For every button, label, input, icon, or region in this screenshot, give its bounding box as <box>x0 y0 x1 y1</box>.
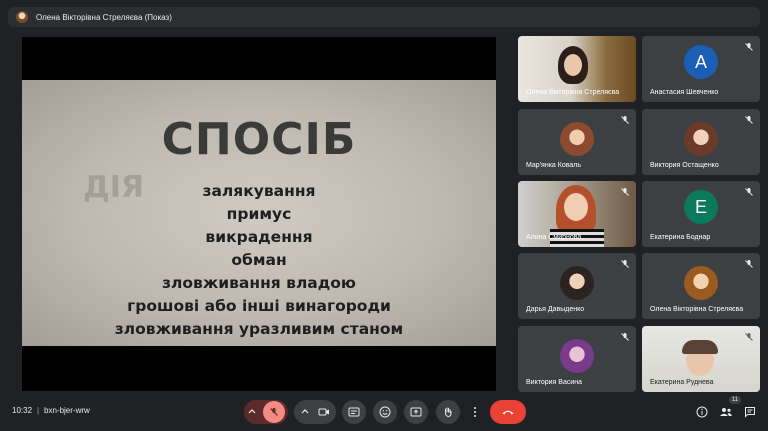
camera-icon[interactable] <box>318 407 330 417</box>
hang-up-icon <box>502 410 514 415</box>
mic-off-icon <box>621 116 629 124</box>
chat-button[interactable] <box>742 400 758 424</box>
slide-line: викрадення <box>205 228 313 246</box>
participant-name: Олена Вікторівна Стреляєва <box>650 306 744 313</box>
participant-avatar: Е <box>684 190 718 224</box>
slide-line: примус <box>226 205 292 223</box>
participant-avatar <box>684 122 718 156</box>
more-vert-icon <box>474 407 476 417</box>
leave-call-button[interactable] <box>490 400 526 424</box>
mic-off-icon <box>745 260 753 268</box>
mic-off-icon <box>621 333 629 341</box>
mic-off-icon <box>270 408 278 416</box>
chevron-up-icon[interactable] <box>300 407 310 417</box>
mic-off-icon <box>745 43 753 51</box>
captions-button[interactable] <box>342 400 366 424</box>
participant-tile[interactable]: Олена Вікторівна Стреляєва <box>518 36 636 102</box>
mic-off-icon <box>621 188 629 196</box>
presentation-stage: СПОСІБ ДІЯ залякування примус викрадення… <box>22 37 496 391</box>
mic-off-icon <box>621 260 629 268</box>
participant-avatar <box>560 339 594 373</box>
participant-count-badge: 11 <box>729 396 741 404</box>
participant-tile[interactable]: Олена Вікторівна Стреляєва <box>642 253 760 319</box>
participant-avatar <box>560 122 594 156</box>
slide: СПОСІБ ДІЯ залякування примус викрадення… <box>22 80 496 346</box>
participant-name: Мар'янка Коваль <box>526 162 581 169</box>
participant-name: Олена Вікторівна Стреляєва <box>526 89 620 96</box>
more-options-button[interactable] <box>468 400 482 424</box>
slide-line: залякування <box>202 182 316 200</box>
slide-line: грошові або інші винагороди <box>127 297 391 315</box>
presenter-title: Олена Вікторівна Стреляєва (Показ) <box>36 12 172 22</box>
slide-line: зловживання владою <box>162 274 356 292</box>
participant-tile[interactable]: Виктория Остащенко <box>642 109 760 175</box>
participant-name: Анастасия Шевченко <box>650 89 719 96</box>
presenter-banner: Олена Вікторівна Стреляєва (Показ) <box>8 7 760 27</box>
slide-line: обман <box>231 251 287 269</box>
participant-name: Виктория Васина <box>526 379 583 386</box>
clock: 10:32 <box>12 406 33 415</box>
hand-icon <box>444 407 452 418</box>
participant-tile[interactable]: Екатерина Руднева <box>642 326 760 392</box>
participant-tile[interactable]: Мар'янка Коваль <box>518 109 636 175</box>
chat-icon <box>745 407 755 418</box>
info-icon <box>696 406 708 418</box>
present-button[interactable] <box>404 400 428 424</box>
participant-name: Екатерина Боднар <box>650 234 711 241</box>
mic-off-icon <box>745 333 753 341</box>
mic-off-icon <box>745 116 753 124</box>
participant-name: Виктория Остащенко <box>650 162 719 169</box>
reactions-button[interactable] <box>373 400 397 424</box>
participant-tile[interactable]: Алина Смирнова <box>518 181 636 247</box>
emoji-icon <box>379 406 391 418</box>
slide-heading: СПОСІБ <box>161 114 357 165</box>
participant-tile[interactable]: А Анастасия Шевченко <box>642 36 760 102</box>
bottom-toolbar: 10:32 | bxn-bjer-wrw 11 <box>0 395 768 431</box>
presenter-avatar <box>16 11 28 23</box>
camera-control[interactable] <box>294 400 336 424</box>
participant-name: Алина Смирнова <box>526 234 582 241</box>
participant-avatar <box>684 266 718 300</box>
separator: | <box>37 406 40 415</box>
participant-tile[interactable]: Е Екатерина Боднар <box>642 181 760 247</box>
participant-tile[interactable]: Дарья Давыденко <box>518 253 636 319</box>
participant-avatar <box>560 266 594 300</box>
present-screen-icon <box>410 407 422 417</box>
raise-hand-button[interactable] <box>436 400 460 424</box>
participant-name: Екатерина Руднева <box>650 379 714 386</box>
captions-icon <box>348 407 360 417</box>
meeting-details-button[interactable] <box>694 400 710 424</box>
chevron-up-icon[interactable] <box>247 407 257 417</box>
mic-off-button[interactable] <box>263 401 285 423</box>
people-icon <box>720 408 732 416</box>
mic-control[interactable] <box>244 400 288 424</box>
participant-name: Дарья Давыденко <box>526 306 585 313</box>
slide-list: залякування примус викрадення обман злов… <box>22 180 496 341</box>
meeting-code[interactable]: bxn-bjer-wrw <box>44 406 90 415</box>
participant-tile[interactable]: Виктория Васина <box>518 326 636 392</box>
participant-avatar: А <box>684 45 718 79</box>
mic-off-icon <box>745 188 753 196</box>
slide-line: зловживання уразливим станом <box>114 320 404 338</box>
